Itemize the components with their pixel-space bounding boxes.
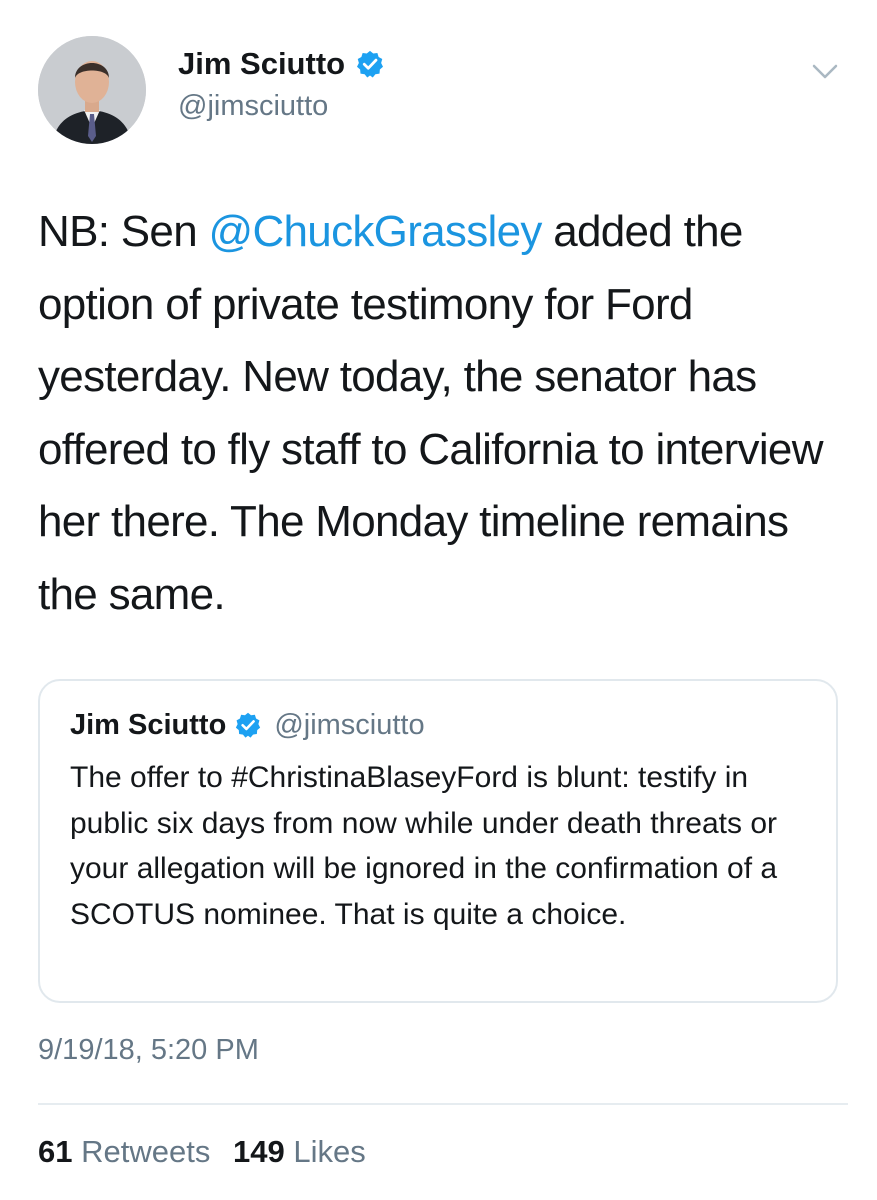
avatar[interactable] [38, 36, 146, 144]
avatar-image [38, 36, 146, 144]
chevron-down-icon[interactable] [810, 56, 840, 86]
tweet-header: Jim Sciutto @jimsciutto [38, 36, 858, 148]
likes-label: Likes [293, 1134, 366, 1169]
verified-badge-icon [234, 711, 262, 739]
likes-count: 149 [232, 1134, 285, 1169]
retweets-label: Retweets [81, 1134, 211, 1169]
tweet-timestamp[interactable]: 9/19/18, 5:20 PM [38, 1034, 259, 1067]
author-name[interactable]: Jim Sciutto [178, 46, 345, 82]
likes-stat[interactable]: 149 Likes [233, 1134, 366, 1169]
author-name-row: Jim Sciutto [178, 44, 385, 84]
verified-badge-icon [355, 49, 385, 79]
retweets-count: 61 [38, 1134, 73, 1169]
quoted-author-handle: @jimsciutto [274, 708, 425, 741]
tweet-text: NB: Sen @ChuckGrassley added the option … [38, 196, 838, 631]
quoted-author-name: Jim Sciutto [70, 708, 227, 741]
quoted-tweet-header: Jim Sciutto @jimsciutto [70, 703, 425, 747]
author-info: Jim Sciutto @jimsciutto [178, 44, 385, 123]
tweet-text-after: added the option of private testimony fo… [38, 207, 823, 619]
tweet-stats: 61 Retweets 149 Likes [38, 1134, 366, 1170]
tweet-text-before: NB: Sen [38, 207, 209, 256]
quoted-tweet-text: The offer to #ChristinaBlaseyFord is blu… [70, 761, 778, 931]
author-handle[interactable]: @jimsciutto [178, 90, 385, 123]
quoted-tweet[interactable]: Jim Sciutto @jimsciutto The offer to #Ch… [38, 679, 838, 1003]
divider [38, 1103, 848, 1105]
mention-link[interactable]: @ChuckGrassley [209, 207, 543, 256]
retweets-stat[interactable]: 61 Retweets [38, 1134, 210, 1169]
